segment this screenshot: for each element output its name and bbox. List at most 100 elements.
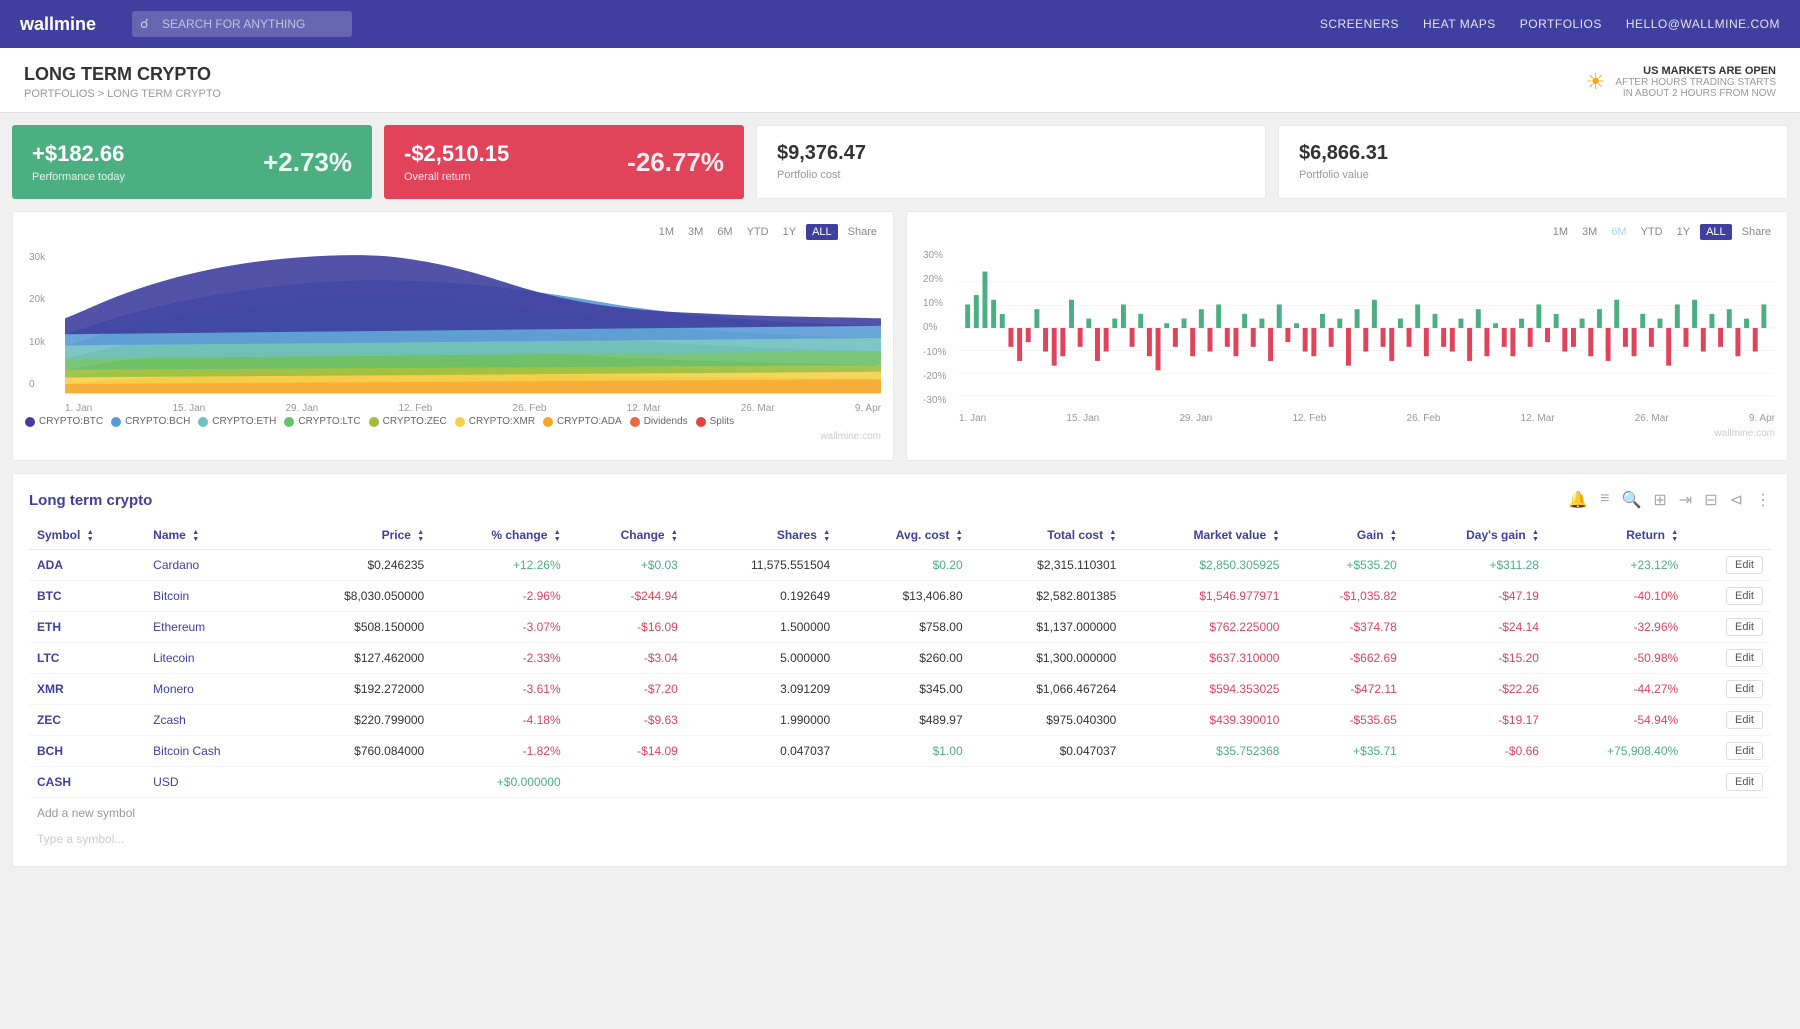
col-market-value[interactable]: Market value ▲▼ [1124,522,1287,549]
col-gain[interactable]: Gain ▲▼ [1287,522,1404,549]
cell-name: Bitcoin [145,580,278,611]
col-total-cost[interactable]: Total cost ▲▼ [971,522,1125,549]
btn-6m[interactable]: 6M [713,224,736,240]
cell-return: -54.94% [1547,704,1686,735]
bar-btn-ytd[interactable]: YTD [1637,224,1667,240]
cell-days-gain: -$47.19 [1405,580,1547,611]
filter-icon[interactable]: ≡ [1600,490,1609,510]
col-shares[interactable]: Shares ▲▼ [686,522,838,549]
market-status-line3: IN ABOUT 2 HOURS FROM NOW [1615,88,1776,99]
page-header: LONG TERM CRYPTO PORTFOLIOS > LONG TERM … [0,48,1800,113]
search-table-icon[interactable]: 🔍 [1621,490,1641,510]
bar-chart-controls: 1M 3M 6M YTD 1Y ALL Share [919,224,1775,240]
col-name[interactable]: Name ▲▼ [145,522,278,549]
edit-button-cash[interactable]: Edit [1726,773,1763,791]
cell-name: Bitcoin Cash [145,735,278,766]
edit-button[interactable]: Edit [1726,618,1763,636]
charts-row: 1M 3M 6M YTD 1Y ALL Share 30k20k10k0 [0,199,1800,473]
edit-button[interactable]: Edit [1726,680,1763,698]
table-title: Long term crypto [29,492,152,509]
portfolio-value: $6,866.31 [1299,142,1767,165]
bar-btn-6m[interactable]: 6M [1607,224,1630,240]
cell-name: Litecoin [145,642,278,673]
col-avg-cost[interactable]: Avg. cost ▲▼ [838,522,971,549]
cell-edit[interactable]: Edit [1686,611,1771,642]
cell-pct-change: -1.82% [432,735,568,766]
cell-edit[interactable]: Edit [1686,549,1771,580]
export-icon[interactable]: ⇥ [1679,490,1692,510]
cell-return: -32.96% [1547,611,1686,642]
edit-button[interactable]: Edit [1726,742,1763,760]
cost-value: $9,376.47 [777,142,1245,165]
btn-share[interactable]: Share [844,224,881,240]
performance-value: +$182.66 [32,141,125,167]
cell-edit[interactable]: Edit [1686,642,1771,673]
cell-days-gain: -$22.26 [1405,673,1547,704]
cell-change: -$14.09 [569,735,686,766]
col-days-gain[interactable]: Day's gain ▲▼ [1405,522,1547,549]
cell-total-cost: $1,300.000000 [971,642,1125,673]
bar-btn-1m[interactable]: 1M [1549,224,1572,240]
cell-change: +$0.03 [569,549,686,580]
cell-gain [1287,766,1404,797]
btn-all[interactable]: ALL [806,224,838,240]
cell-market-value: $2,850.305925 [1124,549,1287,580]
col-symbol[interactable]: Symbol ▲▼ [29,522,145,549]
more-icon[interactable]: ⋮ [1755,490,1771,510]
table-row: ZEC Zcash $220.799000 -4.18% -$9.63 1.99… [29,704,1771,735]
btn-1m[interactable]: 1M [655,224,678,240]
btn-3m[interactable]: 3M [684,224,707,240]
cell-pct-change: -2.33% [432,642,568,673]
col-pct-change[interactable]: % change ▲▼ [432,522,568,549]
card-portfolio-value: $6,866.31 Portfolio value [1278,125,1788,199]
cell-symbol: LTC [29,642,145,673]
cell-days-gain: -$0.66 [1405,735,1547,766]
edit-button[interactable]: Edit [1726,711,1763,729]
share-icon[interactable]: ⊲ [1730,490,1743,510]
search-input[interactable] [132,11,352,37]
col-return[interactable]: Return ▲▼ [1547,522,1686,549]
type-symbol-input[interactable]: Type a symbol... [29,828,1771,850]
nav-screeners[interactable]: SCREENERS [1320,17,1399,31]
edit-button[interactable]: Edit [1726,587,1763,605]
cell-total-cost: $2,315.110301 [971,549,1125,580]
nav-account[interactable]: HELLO@WALLMINE.COM [1626,17,1780,31]
area-chart-card: 1M 3M 6M YTD 1Y ALL Share 30k20k10k0 [12,211,894,461]
table-row: BTC Bitcoin $8,030.050000 -2.96% -$244.9… [29,580,1771,611]
btn-ytd[interactable]: YTD [743,224,773,240]
cell-pct-change: -3.61% [432,673,568,704]
cell-days-gain [1405,766,1547,797]
bar-btn-share[interactable]: Share [1738,224,1775,240]
bar-btn-all[interactable]: ALL [1700,224,1732,240]
columns-icon[interactable]: ⊞ [1653,490,1666,510]
cell-price: $8,030.050000 [279,580,433,611]
cell-change [569,766,686,797]
add-symbol-link[interactable]: Add a new symbol [29,798,1771,828]
cell-price: $760.084000 [279,735,433,766]
cell-edit[interactable]: Edit [1686,766,1771,797]
cell-name: Ethereum [145,611,278,642]
edit-button[interactable]: Edit [1726,649,1763,667]
col-change[interactable]: Change ▲▼ [569,522,686,549]
bar-btn-1y[interactable]: 1Y [1673,224,1694,240]
col-price[interactable]: Price ▲▼ [279,522,433,549]
cell-avg-cost: $489.97 [838,704,971,735]
nav-portfolios[interactable]: PORTFOLIOS [1520,17,1602,31]
chart-legend: CRYPTO:BTC CRYPTO:BCH CRYPTO:ETH CRYPTO:… [25,416,881,427]
grid-icon[interactable]: ⊟ [1704,490,1717,510]
btn-1y[interactable]: 1Y [779,224,800,240]
cell-edit[interactable]: Edit [1686,673,1771,704]
cell-edit[interactable]: Edit [1686,580,1771,611]
cell-shares: 1.990000 [686,704,838,735]
cell-total-cost [971,766,1125,797]
bar-btn-3m[interactable]: 3M [1578,224,1601,240]
cell-edit[interactable]: Edit [1686,735,1771,766]
edit-button[interactable]: Edit [1726,556,1763,574]
cell-gain: -$662.69 [1287,642,1404,673]
cell-total-cost: $1,137.000000 [971,611,1125,642]
cell-edit[interactable]: Edit [1686,704,1771,735]
cell-return: -50.98% [1547,642,1686,673]
bell-icon[interactable]: 🔔 [1568,490,1588,510]
nav-heatmaps[interactable]: HEAT MAPS [1423,17,1496,31]
cell-name: Zcash [145,704,278,735]
